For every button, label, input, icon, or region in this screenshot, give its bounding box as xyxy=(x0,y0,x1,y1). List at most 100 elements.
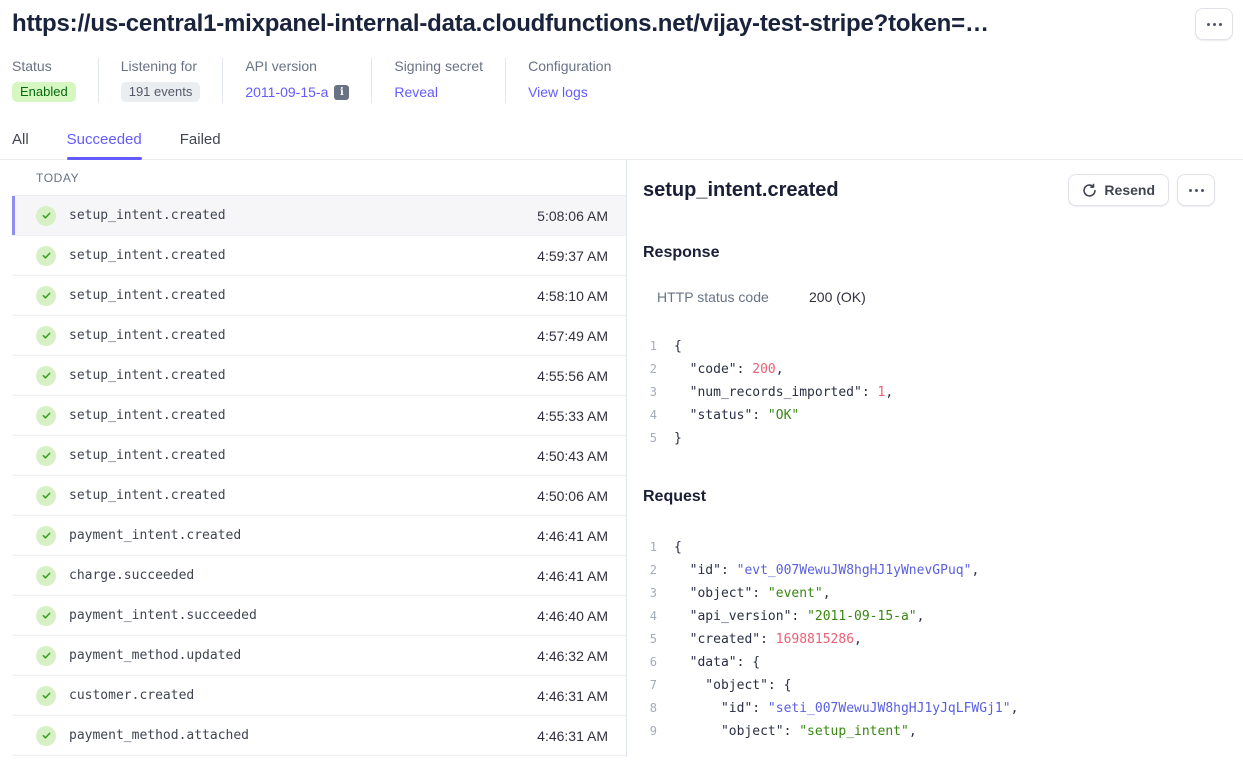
line-number: 3 xyxy=(643,582,657,605)
event-detail-title: setup_intent.created xyxy=(643,179,839,202)
response-heading: Response xyxy=(643,244,1215,262)
endpoint-url-title: https://us-central1-mixpanel-internal-da… xyxy=(12,8,989,38)
success-check-icon xyxy=(36,486,56,506)
ellipsis-icon xyxy=(1189,189,1204,192)
signing-secret-label: Signing secret xyxy=(394,58,483,74)
page-header: https://us-central1-mixpanel-internal-da… xyxy=(0,0,1243,40)
event-list-row[interactable]: setup_intent.created 4:50:43 AM xyxy=(12,436,626,476)
event-list-row[interactable]: setup_intent.created 4:59:37 AM xyxy=(12,236,626,276)
meta-group-status: Status Enabled xyxy=(12,58,98,103)
event-list-row[interactable]: setup_intent.created 4:57:49 AM xyxy=(12,316,626,356)
event-group-header: TODAY xyxy=(12,160,626,196)
success-check-icon xyxy=(36,726,56,746)
code-line: 4 "status": "OK" xyxy=(643,404,1215,427)
info-icon[interactable]: i xyxy=(334,85,349,100)
detail-overflow-button[interactable] xyxy=(1177,174,1215,206)
event-type-label: setup_intent.created xyxy=(69,328,226,343)
tab-all[interactable]: All xyxy=(12,131,29,159)
event-list-row[interactable]: setup_intent.created 4:55:33 AM xyxy=(12,396,626,436)
event-time: 4:46:31 AM xyxy=(537,688,608,704)
header-overflow-button[interactable] xyxy=(1195,8,1233,40)
line-content: "object": "event", xyxy=(674,582,831,605)
line-content: "status": "OK" xyxy=(674,404,799,427)
event-time: 4:50:43 AM xyxy=(537,448,608,464)
event-list-row[interactable]: payment_intent.created 4:46:41 AM xyxy=(12,516,626,556)
event-list-pane: TODAY setup_intent.created 5:08:06 AM se… xyxy=(12,160,627,757)
event-rows: setup_intent.created 5:08:06 AM setup_in… xyxy=(12,196,626,756)
line-content: "code": 200, xyxy=(674,358,784,381)
reveal-link[interactable]: Reveal xyxy=(394,84,438,100)
event-time: 4:59:37 AM xyxy=(537,248,608,264)
http-status-label: HTTP status code xyxy=(657,289,809,305)
event-list-row[interactable]: setup_intent.created 5:08:06 AM xyxy=(12,196,626,236)
events-count-badge: 191 events xyxy=(121,82,201,102)
event-time: 4:46:32 AM xyxy=(537,648,608,664)
event-type-label: setup_intent.created xyxy=(69,368,226,383)
refresh-icon xyxy=(1082,183,1097,198)
line-number: 4 xyxy=(643,404,657,427)
ellipsis-icon xyxy=(1207,23,1222,26)
success-check-icon xyxy=(36,206,56,226)
event-time: 4:58:10 AM xyxy=(537,288,608,304)
line-content: "object": { xyxy=(674,674,791,697)
event-time: 4:50:06 AM xyxy=(537,488,608,504)
content-area: TODAY setup_intent.created 5:08:06 AM se… xyxy=(0,160,1243,757)
event-type-label: setup_intent.created xyxy=(69,288,226,303)
event-type-label: setup_intent.created xyxy=(69,448,226,463)
line-number: 4 xyxy=(643,605,657,628)
event-list-row[interactable]: charge.succeeded 4:46:41 AM xyxy=(12,556,626,596)
line-content: "num_records_imported": 1, xyxy=(674,381,893,404)
meta-group-listening: Listening for 191 events xyxy=(99,58,223,103)
line-number: 2 xyxy=(643,559,657,582)
event-list-row[interactable]: payment_method.updated 4:46:32 AM xyxy=(12,636,626,676)
code-line: 4 "api_version": "2011-09-15-a", xyxy=(643,605,1215,628)
http-status-row: HTTP status code 200 (OK) xyxy=(643,289,1215,305)
line-content: } xyxy=(674,427,682,450)
line-number: 7 xyxy=(643,674,657,697)
line-content: "data": { xyxy=(674,651,760,674)
event-time: 4:46:31 AM xyxy=(537,728,608,744)
listening-for-label: Listening for xyxy=(121,58,201,74)
code-line: 6 "data": { xyxy=(643,651,1215,674)
event-list-row[interactable]: setup_intent.created 4:55:56 AM xyxy=(12,356,626,396)
event-list-row[interactable]: payment_method.attached 4:46:31 AM xyxy=(12,716,626,756)
resend-button[interactable]: Resend xyxy=(1068,174,1169,206)
resend-button-label: Resend xyxy=(1104,182,1155,198)
meta-group-api-version: API version 2011-09-15-a i xyxy=(223,58,371,103)
event-list-row[interactable]: customer.created 4:46:31 AM xyxy=(12,676,626,716)
line-content: "created": 1698815286, xyxy=(674,628,862,651)
event-list-row[interactable]: setup_intent.created 4:58:10 AM xyxy=(12,276,626,316)
configuration-label: Configuration xyxy=(528,58,611,74)
event-list-row[interactable]: setup_intent.created 4:50:06 AM xyxy=(12,476,626,516)
success-check-icon xyxy=(36,406,56,426)
event-time: 4:55:56 AM xyxy=(537,368,608,384)
request-code: 1 { 2 "id": "evt_007WewuJW8hgHJ1yWnevGPu… xyxy=(643,536,1215,743)
event-list-row[interactable]: payment_intent.succeeded 4:46:40 AM xyxy=(12,596,626,636)
line-number: 5 xyxy=(643,427,657,450)
view-logs-link[interactable]: View logs xyxy=(528,84,588,100)
code-line: 2 "id": "evt_007WewuJW8hgHJ1yWnevGPuq", xyxy=(643,559,1215,582)
success-check-icon xyxy=(36,446,56,466)
code-line: 2 "code": 200, xyxy=(643,358,1215,381)
request-heading: Request xyxy=(643,488,1215,506)
success-check-icon xyxy=(36,646,56,666)
tab-succeeded[interactable]: Succeeded xyxy=(67,131,142,159)
http-status-value: 200 (OK) xyxy=(809,289,866,305)
event-type-label: payment_method.updated xyxy=(69,648,241,663)
success-check-icon xyxy=(36,366,56,386)
tab-failed[interactable]: Failed xyxy=(180,131,221,159)
api-version-value[interactable]: 2011-09-15-a xyxy=(245,84,328,100)
line-number: 9 xyxy=(643,720,657,743)
event-time: 4:46:40 AM xyxy=(537,608,608,624)
line-content: "object": "setup_intent", xyxy=(674,720,917,743)
code-line: 3 "object": "event", xyxy=(643,582,1215,605)
success-check-icon xyxy=(36,606,56,626)
event-time: 4:57:49 AM xyxy=(537,328,608,344)
event-type-label: setup_intent.created xyxy=(69,248,226,263)
line-number: 1 xyxy=(643,335,657,358)
code-line: 7 "object": { xyxy=(643,674,1215,697)
event-time: 4:46:41 AM xyxy=(537,568,608,584)
event-type-label: payment_method.attached xyxy=(69,728,249,743)
status-label: Status xyxy=(12,58,76,74)
event-type-label: setup_intent.created xyxy=(69,488,226,503)
